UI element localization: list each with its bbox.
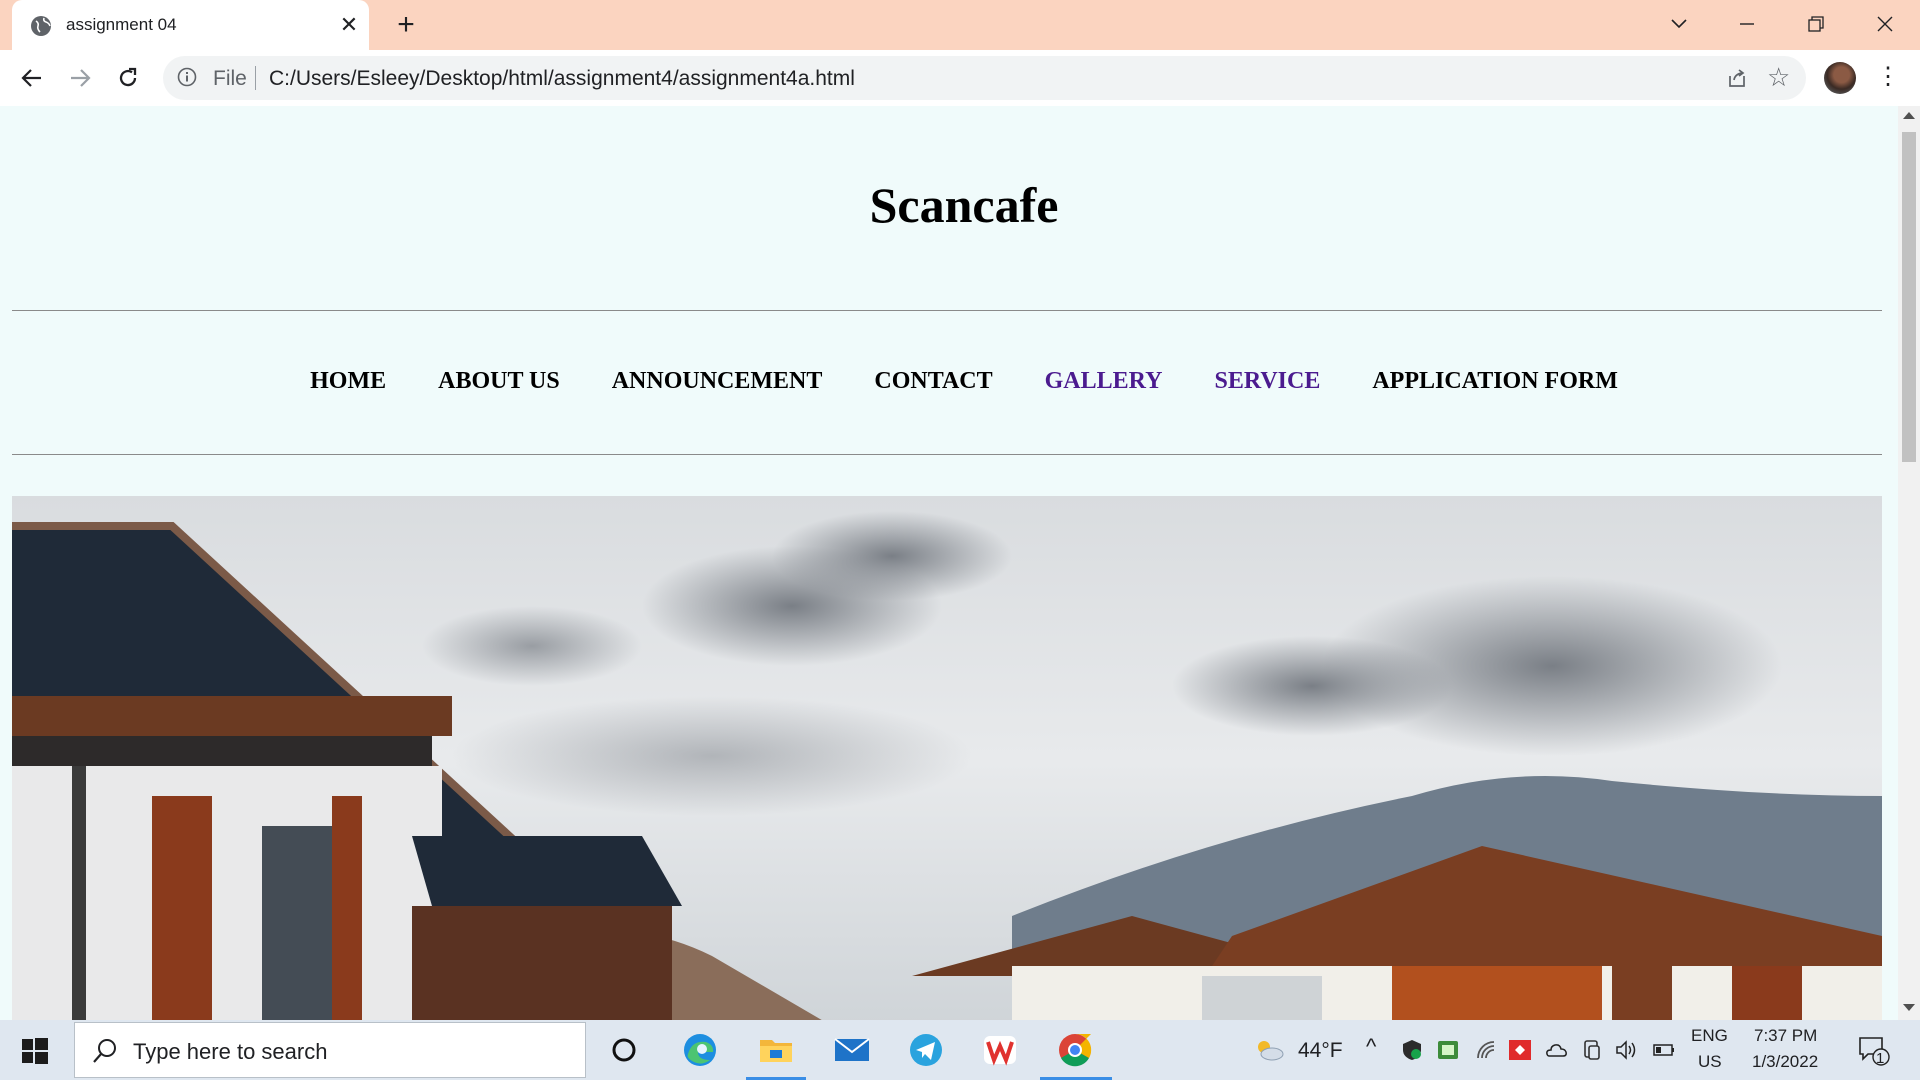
wps-office-icon[interactable]: [980, 1032, 1020, 1068]
close-window-button[interactable]: [1861, 6, 1909, 42]
onedrive-icon[interactable]: [1544, 1038, 1568, 1062]
mail-icon[interactable]: [832, 1032, 872, 1068]
tab-title: assignment 04: [66, 15, 177, 34]
globe-icon: [31, 16, 51, 36]
notification-count-badge: 1: [1876, 1050, 1885, 1067]
header-divider: [12, 310, 1882, 311]
close-tab-icon[interactable]: ✕: [334, 10, 364, 40]
weather-temperature[interactable]: 44°F: [1298, 1039, 1343, 1063]
clock-date[interactable]: 1/3/2022: [1752, 1052, 1818, 1072]
scroll-down-arrow-icon[interactable]: [1903, 1004, 1915, 1011]
back-button[interactable]: [14, 60, 50, 96]
search-placeholder: Type here to search: [133, 1039, 328, 1064]
reload-button[interactable]: [110, 60, 146, 96]
nav-application-form-link[interactable]: APPLICATION FORM: [1372, 368, 1618, 395]
tab-search-chevron-icon[interactable]: [1655, 6, 1703, 42]
minimize-button[interactable]: [1723, 6, 1771, 42]
url-text[interactable]: C:/Users/Esleey/Desktop/html/assignment4…: [269, 67, 855, 91]
app-tray-icon[interactable]: [1436, 1038, 1460, 1062]
restore-button[interactable]: [1792, 6, 1840, 42]
nav-divider: [12, 454, 1882, 455]
share-icon[interactable]: [1726, 67, 1748, 89]
profile-avatar[interactable]: [1824, 62, 1856, 94]
wifi-icon[interactable]: [1474, 1038, 1498, 1062]
device-icon[interactable]: [1580, 1038, 1604, 1062]
input-language[interactable]: ENG: [1691, 1026, 1728, 1046]
nav-home-link[interactable]: HOME: [310, 368, 386, 395]
input-region[interactable]: US: [1698, 1052, 1722, 1072]
info-icon[interactable]: [177, 67, 197, 87]
scroll-up-arrow-icon[interactable]: [1903, 112, 1915, 119]
battery-icon[interactable]: [1652, 1038, 1676, 1062]
nav-announcement-link[interactable]: ANNOUNCEMENT: [612, 368, 823, 395]
weather-icon[interactable]: [1254, 1038, 1284, 1062]
address-bar[interactable]: File C:/Users/Esleey/Desktop/html/assign…: [163, 56, 1806, 100]
edge-browser-icon[interactable]: [680, 1032, 720, 1068]
main-nav: HOME ABOUT US ANNOUNCEMENT CONTACT GALLE…: [0, 368, 1898, 395]
new-tab-button[interactable]: +: [388, 8, 424, 44]
vertical-scrollbar[interactable]: [1898, 106, 1920, 1020]
security-shield-icon[interactable]: [1400, 1038, 1424, 1062]
windows-taskbar: Type here to search 44°F ^ ENG US 7:37 P…: [0, 1020, 1920, 1080]
omnibox-separator: [255, 66, 256, 90]
volume-icon[interactable]: [1614, 1038, 1638, 1062]
site-title: Scancafe: [869, 177, 1059, 233]
clock-time[interactable]: 7:37 PM: [1754, 1026, 1817, 1046]
notification-center-icon[interactable]: [1858, 1036, 1890, 1066]
nav-contact-link[interactable]: CONTACT: [874, 368, 992, 395]
nav-about-us-link[interactable]: ABOUT US: [438, 368, 560, 395]
browser-tab[interactable]: assignment 04 ✕: [12, 0, 369, 52]
nav-service-link[interactable]: SERVICE: [1214, 368, 1320, 395]
taskbar-search-box[interactable]: Type here to search: [74, 1022, 586, 1078]
search-icon: [93, 1039, 116, 1063]
scrollbar-thumb[interactable]: [1902, 132, 1916, 462]
antivirus-icon[interactable]: [1508, 1038, 1532, 1062]
forward-button[interactable]: [62, 60, 98, 96]
browser-titlebar: assignment 04 ✕ +: [0, 0, 1920, 52]
scheme-label: File: [213, 67, 247, 90]
bookmark-star-icon[interactable]: ☆: [1767, 62, 1790, 93]
telegram-icon[interactable]: [906, 1032, 946, 1068]
tray-overflow-chevron-icon[interactable]: ^: [1366, 1034, 1376, 1060]
browser-menu-icon[interactable]: ⋮: [1876, 62, 1900, 94]
chrome-icon[interactable]: [1055, 1032, 1095, 1068]
page-viewport: Scancafe HOME ABOUT US ANNOUNCEMENT CONT…: [0, 106, 1898, 1020]
hero-image: [12, 496, 1882, 1020]
cortana-icon[interactable]: [604, 1032, 644, 1068]
browser-toolbar: File C:/Users/Esleey/Desktop/html/assign…: [0, 50, 1920, 107]
file-explorer-icon[interactable]: [756, 1032, 796, 1068]
windows-start-icon[interactable]: [22, 1038, 48, 1064]
nav-gallery-link[interactable]: GALLERY: [1045, 368, 1163, 395]
